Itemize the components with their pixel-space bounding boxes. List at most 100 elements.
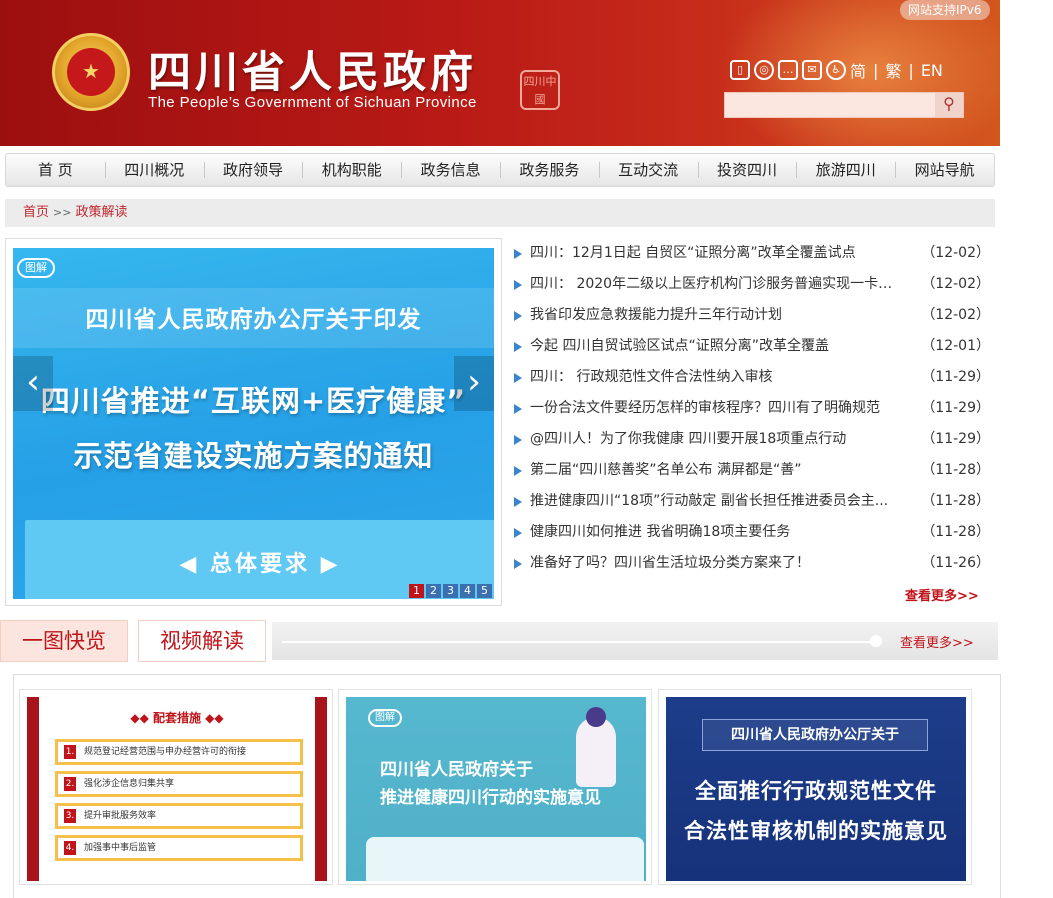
- infographic-card[interactable]: ◆◆ 配套措施 ◆◆ 1. 规范登记经营范围与申办经营许可的衔接 2. 强化涉企信息…: [19, 689, 333, 885]
- image-slider: 图解 四川省人民政府办公厅关于印发 四川省推进“互联网+医疗健康” 示范省建设实…: [5, 238, 502, 606]
- breadcrumb-home-link[interactable]: 首页: [23, 205, 49, 220]
- lang-traditional-link[interactable]: 繁: [885, 58, 901, 82]
- wechat-icon[interactable]: …: [778, 60, 798, 80]
- nav-item-agencies[interactable]: 机构职能: [302, 154, 401, 186]
- tab-video[interactable]: 视频解读: [138, 620, 266, 662]
- slider-prev-button[interactable]: ‹: [13, 356, 53, 411]
- national-emblem-logo[interactable]: ★: [52, 33, 130, 111]
- slider-pager: 1 2 3 4 5: [409, 584, 492, 598]
- tabs-more-link[interactable]: 查看更多>>: [900, 632, 974, 651]
- bullet-triangle-icon: [514, 311, 522, 321]
- breadcrumb-current[interactable]: 政策解读: [75, 205, 127, 220]
- slide-title-line3: 示范省建设实施方案的通知: [73, 439, 434, 473]
- card-row-text: 规范登记经营范围与申办经营许可的衔接: [84, 747, 247, 757]
- list-item[interactable]: 四川：12月1日起 自贸区“证照分离”改革全覆盖试点 （12-02）: [514, 240, 994, 271]
- list-item[interactable]: 我省印发应急救援能力提升三年行动计划 （12-02）: [514, 302, 994, 333]
- site-subtitle: The People’s Government of Sichuan Provi…: [148, 94, 477, 111]
- bullet-triangle-icon: [514, 528, 522, 538]
- news-title[interactable]: 我省印发应急救援能力提升三年行动计划: [530, 302, 900, 328]
- card-row-num: 4.: [64, 841, 76, 855]
- slide-panel-label: 总体要求: [209, 552, 310, 577]
- bullet-triangle-icon: [514, 435, 522, 445]
- news-title[interactable]: 第二届“四川慈善奖”名单公布 满屏都是“善”: [530, 457, 900, 483]
- card-row: 2. 强化涉企信息归集共享: [55, 771, 303, 797]
- list-item[interactable]: 一份合法文件要经历怎样的审核程序？四川有了明确规范 （11-29）: [514, 395, 994, 426]
- nav-item-gov-info[interactable]: 政务信息: [401, 154, 500, 186]
- bullet-triangle-icon: [514, 249, 522, 259]
- card-image[interactable]: ◆◆ 配套措施 ◆◆ 1. 规范登记经营范围与申办经营许可的衔接 2. 强化涉企信息…: [27, 697, 327, 881]
- card-title-line1: 全面推行行政规范性文件: [695, 779, 937, 803]
- list-item[interactable]: 四川： 行政规范性文件合法性纳入审核 （11-29）: [514, 364, 994, 395]
- nav-item-interaction[interactable]: 互动交流: [598, 154, 698, 186]
- nav-item-travel[interactable]: 旅游四川: [796, 154, 895, 186]
- nav-item-home[interactable]: 首 页: [6, 154, 105, 186]
- bullet-triangle-icon: [514, 404, 522, 414]
- tab-infographic[interactable]: 一图快览: [0, 620, 128, 662]
- lang-simplified-link[interactable]: 简: [850, 58, 866, 82]
- list-item[interactable]: 第二届“四川慈善奖”名单公布 满屏都是“善” （11-28）: [514, 457, 994, 488]
- main-nav: 首 页 四川概况 政府领导 机构职能 政务信息 政务服务 互动交流 投资四川 旅…: [5, 153, 995, 187]
- infographic-cards: ◆◆ 配套措施 ◆◆ 1. 规范登记经营范围与申办经营许可的衔接 2. 强化涉企信息…: [13, 674, 1001, 898]
- search-button[interactable]: ⚲: [935, 93, 963, 117]
- news-title[interactable]: 准备好了吗？四川省生活垃圾分类方案来了！: [530, 550, 900, 576]
- ipv6-badge: 网站支持IPv6: [900, 0, 990, 20]
- list-item[interactable]: 推进健康四川“18项”行动敲定 副省长担任推进委员会主... （11-28）: [514, 488, 994, 519]
- infographic-card[interactable]: 四川省人民政府办公厅关于 全面推行行政规范性文件 合法性审核机制的实施意见: [658, 689, 972, 885]
- card-base-panel: [366, 837, 644, 881]
- card-title-line1: 四川省人民政府关于: [380, 760, 533, 780]
- list-item[interactable]: 健康四川如何推进 我省明确18项主要任务 （11-28）: [514, 519, 994, 550]
- slider-next-button[interactable]: ›: [454, 356, 494, 411]
- mail-icon[interactable]: ✉: [802, 60, 822, 80]
- card-row-text: 加强事中事后监管: [84, 843, 157, 853]
- card-image[interactable]: 四川省人民政府办公厅关于 全面推行行政规范性文件 合法性审核机制的实施意见: [666, 697, 966, 881]
- slider-page-1[interactable]: 1: [409, 584, 424, 598]
- slider-page-3[interactable]: 3: [443, 584, 458, 598]
- nav-item-invest[interactable]: 投资四川: [697, 154, 797, 186]
- breadcrumb: 首页 >> 政策解读: [5, 199, 995, 227]
- card-row: 4. 加强事中事后监管: [55, 835, 303, 861]
- card-image[interactable]: 图解 四川省人民政府关于 推进健康四川行动的实施意见: [346, 697, 646, 881]
- card-row-inner: 1. 规范登记经营范围与申办经营许可的衔接: [58, 742, 300, 762]
- site-title[interactable]: 四川省人民政府: [148, 38, 477, 100]
- news-title[interactable]: 推进健康四川“18项”行动敲定 副省长担任推进委员会主...: [530, 488, 900, 514]
- news-title[interactable]: 一份合法文件要经历怎样的审核程序？四川有了明确规范: [530, 395, 900, 421]
- slider-page-5[interactable]: 5: [477, 584, 492, 598]
- news-date: （11-29）: [921, 431, 990, 447]
- weibo-icon[interactable]: ◎: [754, 60, 774, 80]
- card-row-num: 2.: [64, 777, 76, 791]
- bullet-triangle-icon: [514, 466, 522, 476]
- nav-item-sitemap[interactable]: 网站导航: [895, 154, 994, 186]
- list-item[interactable]: 准备好了吗？四川省生活垃圾分类方案来了！ （11-26）: [514, 550, 994, 581]
- news-title[interactable]: @四川人！为了你我健康 四川要开展18项重点行动: [530, 426, 900, 452]
- card-row-inner: 3. 提升审批服务效率: [58, 806, 300, 826]
- mobile-icon[interactable]: ▯: [730, 60, 750, 80]
- list-item[interactable]: 今起 四川自贸试验区试点“证照分离”改革全覆盖 （12-01）: [514, 333, 994, 364]
- news-title[interactable]: 健康四川如何推进 我省明确18项主要任务: [530, 519, 900, 545]
- news-date: （12-02）: [921, 276, 990, 292]
- infographic-card[interactable]: 图解 四川省人民政府关于 推进健康四川行动的实施意见: [338, 689, 652, 885]
- news-title[interactable]: 四川： 行政规范性文件合法性纳入审核: [530, 364, 900, 390]
- list-item[interactable]: @四川人！为了你我健康 四川要开展18项重点行动 （11-29）: [514, 426, 994, 457]
- search-input[interactable]: [725, 93, 935, 117]
- toolbar-separator: |: [873, 60, 879, 80]
- slider-page-4[interactable]: 4: [460, 584, 475, 598]
- bullet-triangle-icon: [514, 373, 522, 383]
- search-box: ⚲: [724, 92, 964, 118]
- bullet-triangle-icon: [514, 559, 522, 569]
- nav-item-leaders[interactable]: 政府领导: [203, 154, 303, 186]
- news-title[interactable]: 四川： 2020年二级以上医疗机构门诊服务普遍实现一卡（...: [530, 271, 900, 297]
- news-date: （12-02）: [921, 307, 990, 323]
- card-row-text: 提升审批服务效率: [84, 811, 157, 821]
- lang-english-link[interactable]: EN: [921, 61, 943, 80]
- accessibility-icon[interactable]: ♿: [826, 60, 846, 80]
- nav-item-services[interactable]: 政务服务: [499, 154, 599, 186]
- news-title[interactable]: 今起 四川自贸试验区试点“证照分离”改革全覆盖: [530, 333, 900, 359]
- doctor-illustration-icon: [576, 707, 616, 787]
- list-item[interactable]: 四川： 2020年二级以上医疗机构门诊服务普遍实现一卡（... （12-02）: [514, 271, 994, 302]
- news-more-link[interactable]: 查看更多>>: [905, 585, 979, 604]
- slide-image[interactable]: 图解 四川省人民政府办公厅关于印发 四川省推进“互联网+医疗健康” 示范省建设实…: [13, 248, 494, 599]
- card-row-inner: 4. 加强事中事后监管: [58, 838, 300, 858]
- nav-item-overview[interactable]: 四川概况: [104, 154, 204, 186]
- news-title[interactable]: 四川：12月1日起 自贸区“证照分离”改革全覆盖试点: [530, 240, 900, 266]
- slider-page-2[interactable]: 2: [426, 584, 441, 598]
